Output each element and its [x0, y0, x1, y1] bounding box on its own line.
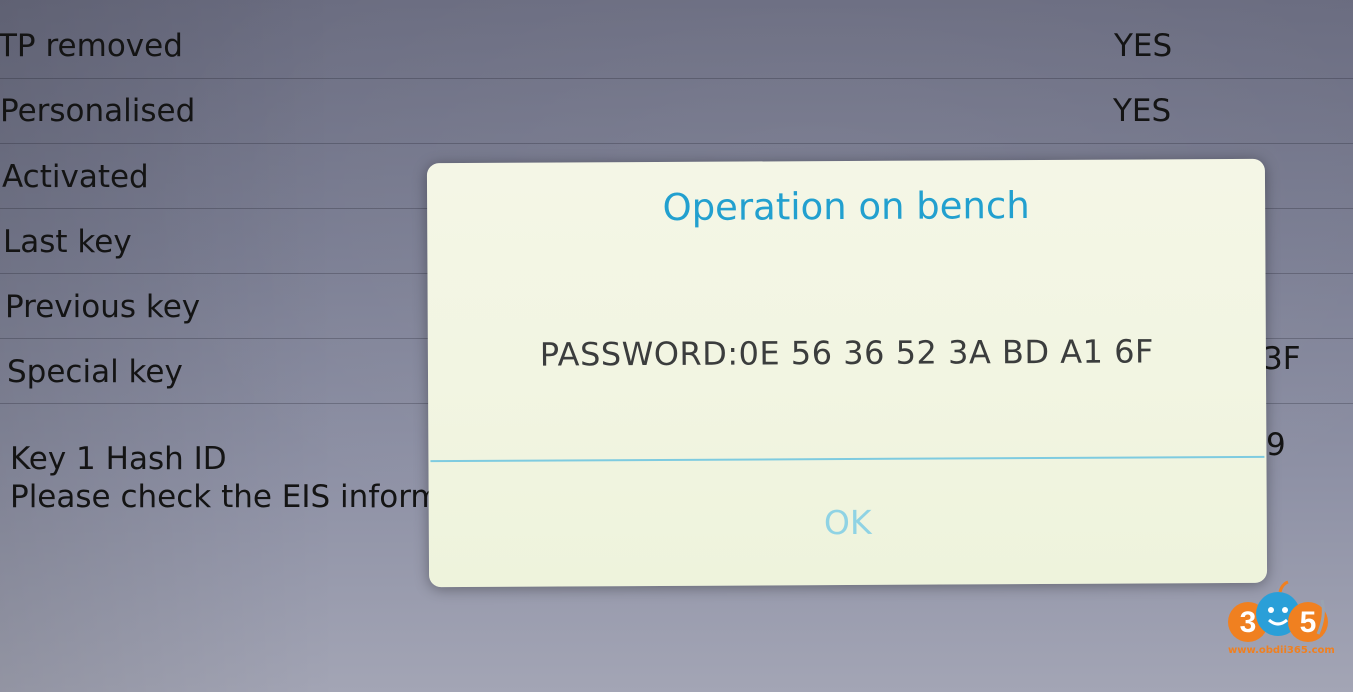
eis-check-notice: Please check the EIS inform — [10, 479, 441, 515]
row-label-personalised: Personalised — [0, 93, 196, 129]
dialog-title: Operation on bench — [662, 184, 1030, 229]
logo-digit-5: 5 — [1300, 606, 1317, 639]
logo-eye-right — [1282, 607, 1288, 613]
row-value-personalised: YES — [1113, 93, 1172, 129]
row-value-tp-removed: YES — [1114, 28, 1173, 64]
row-value-special-key: 3F — [1263, 341, 1301, 377]
watermark-url: www.obdii365.com — [1228, 645, 1335, 656]
row-label-previous-key: Previous key — [5, 289, 201, 325]
logo-antenna — [1278, 580, 1289, 593]
info-block: Key 1 Hash ID Please check the EIS infor… — [10, 440, 441, 516]
key-hash-label: Key 1 Hash ID — [10, 441, 227, 477]
table-row: TP removed YES — [0, 14, 1353, 79]
operation-dialog: Operation on bench PASSWORD:0E 56 36 52 … — [426, 158, 1268, 588]
ok-button[interactable]: OK — [428, 459, 1267, 587]
logo-eye-left — [1268, 607, 1274, 613]
row-label-tp-removed: TP removed — [0, 28, 183, 64]
row-label-last-key: Last key — [3, 224, 132, 260]
row-label-special-key: Special key — [7, 354, 183, 390]
key-hash-value: 9 — [1266, 427, 1286, 463]
row-label-activated: Activated — [2, 159, 149, 195]
logo-digit-3: 3 — [1240, 606, 1257, 639]
table-row: Personalised YES — [0, 79, 1353, 144]
password-message: PASSWORD:0E 56 36 52 3A BD A1 6F — [539, 332, 1155, 374]
